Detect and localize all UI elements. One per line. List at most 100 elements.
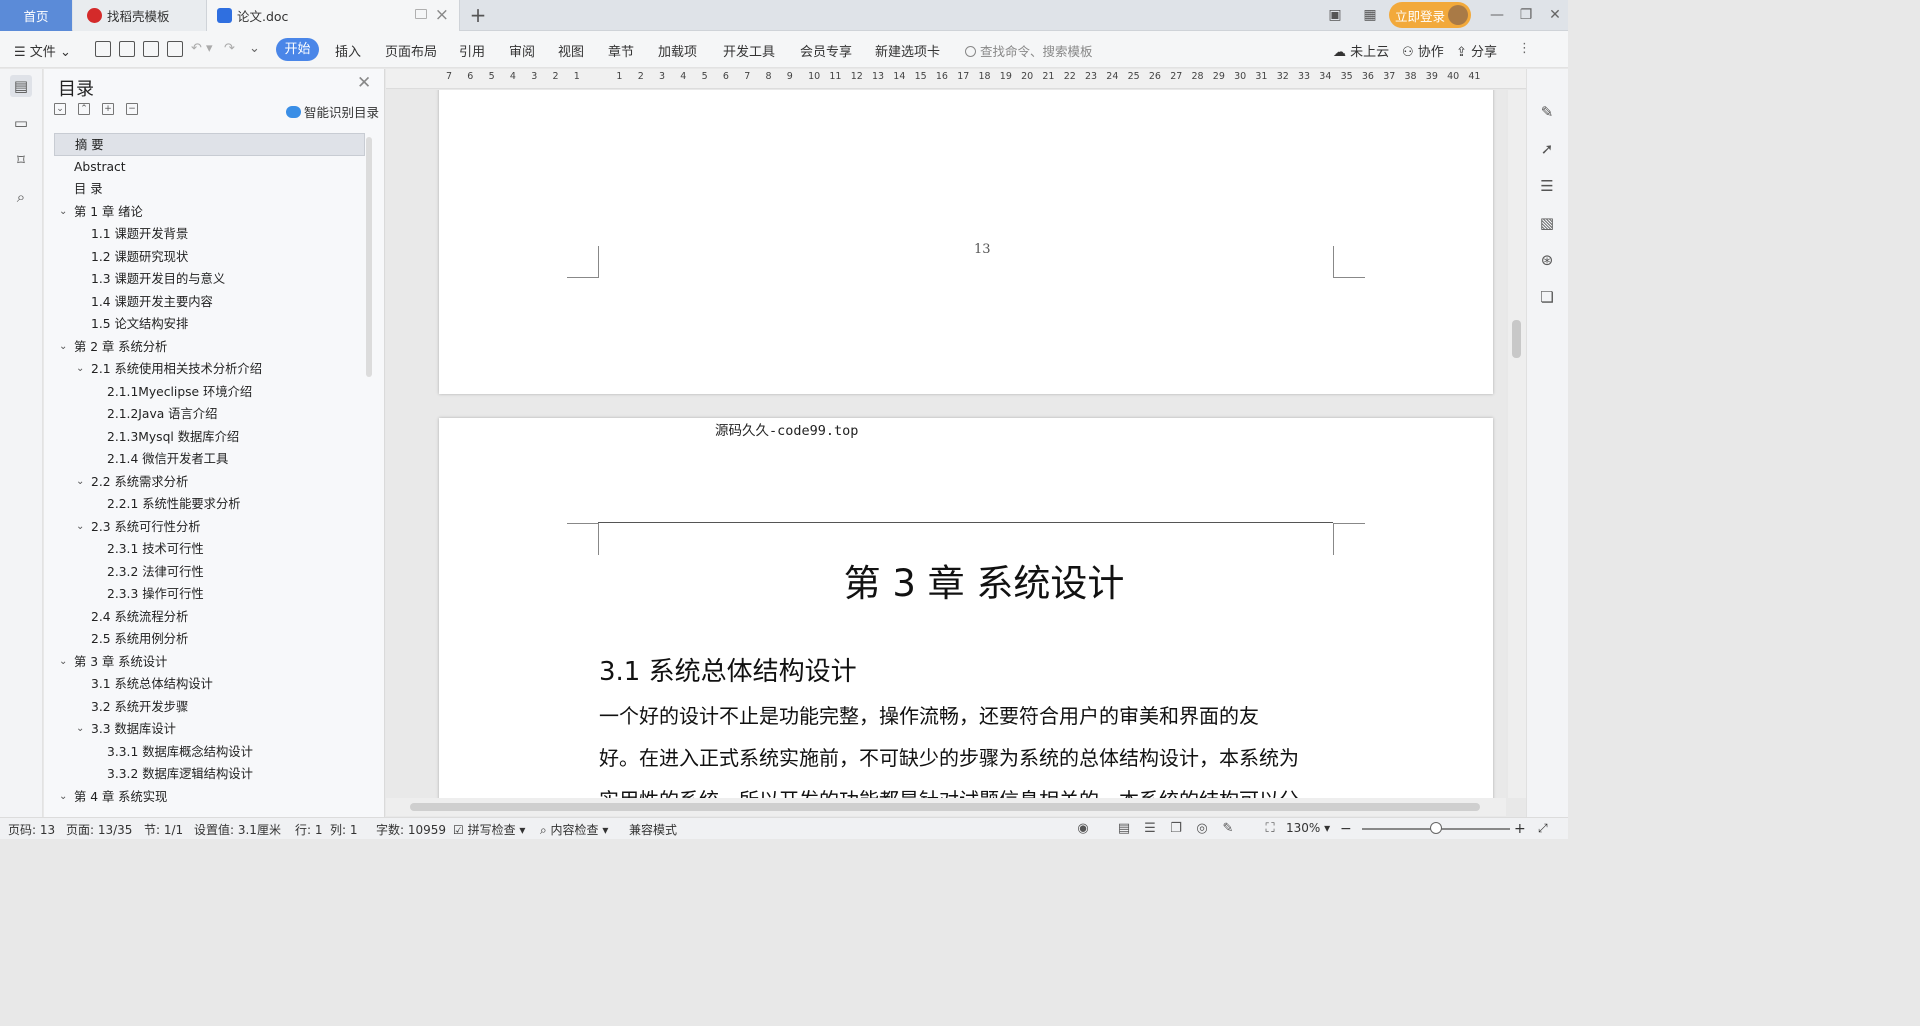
- toc-item[interactable]: ⌄ 第 2 章 系统分析: [54, 336, 365, 359]
- print-preview-icon[interactable]: [167, 41, 183, 57]
- grid-apps-icon[interactable]: ▦: [1361, 7, 1379, 23]
- adjust-sliders-icon[interactable]: ☰: [1537, 176, 1557, 196]
- ribbon-tab-chapter[interactable]: 章节: [608, 41, 634, 60]
- toc-item[interactable]: 摘 要: [54, 133, 365, 156]
- chevron-down-icon[interactable]: ⌄: [59, 201, 67, 224]
- toc-item[interactable]: 2.3.3 操作可行性: [54, 583, 365, 606]
- chevron-down-icon[interactable]: ⌄: [76, 516, 84, 539]
- remove-heading-icon[interactable]: −: [126, 103, 138, 115]
- close-window-icon[interactable]: ✕: [1545, 6, 1565, 24]
- edit-pen-icon[interactable]: ✎: [1537, 102, 1557, 122]
- toc-item[interactable]: ⌄ 第 3 章 系统设计: [54, 651, 365, 674]
- reading-icon[interactable]: ❏: [1537, 287, 1557, 307]
- more-options-icon[interactable]: ⋮: [1518, 41, 1531, 56]
- file-menu[interactable]: ☰ 文件 ⌄: [14, 41, 71, 60]
- fullscreen-icon[interactable]: ⤢: [1538, 821, 1548, 836]
- zoom-in-icon[interactable]: +: [1514, 821, 1526, 837]
- export-pdf-icon[interactable]: [119, 41, 135, 57]
- chevron-down-icon[interactable]: ⌄: [76, 471, 84, 494]
- print-icon[interactable]: [143, 41, 159, 57]
- expand-all-icon[interactable]: ⌃: [78, 103, 90, 115]
- spell-check-button[interactable]: ☑ 拼写检查 ▾: [453, 821, 525, 838]
- layout-icon[interactable]: ▣: [1326, 7, 1344, 23]
- new-tab-button[interactable]: +: [466, 3, 490, 27]
- header-watermark-text[interactable]: 源码久久-code99.top: [715, 419, 858, 439]
- toc-item[interactable]: ⌄ 第 1 章 绪论: [54, 201, 365, 224]
- close-tab-icon[interactable]: ×: [435, 5, 449, 25]
- status-page-code[interactable]: 页码: 13: [8, 821, 55, 838]
- toc-panel-icon[interactable]: ▤: [10, 75, 32, 97]
- toc-scrollbar[interactable]: [366, 137, 372, 377]
- ribbon-tab-addins[interactable]: 加载项: [658, 41, 697, 60]
- toc-item[interactable]: 1.2 课题研究现状: [54, 246, 365, 269]
- tab-document[interactable]: 论文.doc ×: [207, 0, 460, 31]
- ribbon-tab-new[interactable]: 新建选项卡: [875, 41, 940, 60]
- find-icon[interactable]: ⌕: [10, 186, 32, 208]
- ribbon-tab-view[interactable]: 视图: [558, 41, 584, 60]
- outline-view-icon[interactable]: ☰: [1142, 821, 1158, 836]
- chevron-down-icon[interactable]: ⌄: [76, 358, 84, 381]
- fit-page-icon[interactable]: ⛶: [1262, 821, 1278, 836]
- command-search[interactable]: 查找命令、搜索模板: [965, 41, 1093, 60]
- ribbon-tab-references[interactable]: 引用: [459, 41, 485, 60]
- ribbon-tab-review[interactable]: 审阅: [509, 41, 535, 60]
- ribbon-tab-insert[interactable]: 插入: [335, 41, 361, 60]
- horizontal-scrollbar[interactable]: [386, 798, 1506, 816]
- write-view-icon[interactable]: ✎: [1220, 821, 1236, 836]
- smart-toc-button[interactable]: 智能识别目录: [286, 102, 379, 121]
- assistant-icon[interactable]: ⊛: [1537, 250, 1557, 270]
- customize-quick-access-icon[interactable]: ⌄: [249, 41, 260, 56]
- status-page[interactable]: 页面: 13/35: [66, 821, 132, 838]
- horizontal-scroll-thumb[interactable]: [410, 803, 1480, 811]
- add-heading-icon[interactable]: +: [102, 103, 114, 115]
- share-button[interactable]: ⇪ 分享: [1456, 41, 1497, 60]
- ribbon-tab-member[interactable]: 会员专享: [800, 41, 852, 60]
- toc-item[interactable]: ⌄ 2.2 系统需求分析: [54, 471, 365, 494]
- section-heading[interactable]: 3.1 系统总体结构设计: [599, 651, 857, 688]
- eye-protection-icon[interactable]: ◉: [1075, 821, 1091, 836]
- body-paragraph-line[interactable]: 实用性的系统，所以开发的功能都是针对试题信息相关的，本系统的结构可以分: [599, 779, 1334, 798]
- toc-item[interactable]: 2.1.2Java 语言介绍: [54, 403, 365, 426]
- close-icon[interactable]: ✕: [357, 73, 371, 93]
- cloud-status-button[interactable]: ☁ 未上云: [1333, 41, 1389, 60]
- minimize-icon[interactable]: —: [1487, 6, 1507, 24]
- reading-view-icon[interactable]: ❐: [1168, 821, 1184, 836]
- toc-item[interactable]: ⌄ 第 4 章 系统实现: [54, 786, 365, 809]
- vertical-scrollbar[interactable]: [1508, 90, 1526, 798]
- ribbon-tab-page-layout[interactable]: 页面布局: [385, 41, 437, 60]
- content-check-button[interactable]: ⌕ 内容检查 ▾: [540, 821, 608, 838]
- zoom-level[interactable]: 130% ▾: [1286, 821, 1330, 835]
- web-view-icon[interactable]: ◎: [1194, 821, 1210, 836]
- zoom-out-icon[interactable]: −: [1340, 821, 1352, 837]
- chevron-down-icon[interactable]: ⌄: [59, 651, 67, 674]
- chapter-heading[interactable]: 第 3 章 系统设计: [439, 553, 1493, 607]
- page-view-icon[interactable]: ▤: [1116, 821, 1132, 836]
- collapse-all-icon[interactable]: ⌄: [54, 103, 66, 115]
- login-button[interactable]: 立即登录: [1389, 2, 1471, 28]
- zoom-slider-knob[interactable]: [1430, 822, 1442, 834]
- toc-item[interactable]: Abstract: [54, 156, 365, 179]
- bookmark-icon[interactable]: ⌑: [10, 149, 32, 171]
- document-structure-icon[interactable]: ▭: [10, 112, 32, 134]
- window-pin-icon[interactable]: [415, 9, 427, 19]
- body-paragraph-line[interactable]: 一个好的设计不止是功能完整，操作流畅，还要符合用户的审美和界面的友: [599, 695, 1334, 737]
- collaborate-button[interactable]: ⚇ 协作: [1402, 41, 1444, 60]
- chevron-down-icon[interactable]: ⌄: [76, 718, 84, 741]
- toc-item[interactable]: 2.1.1Myeclipse 环境介绍: [54, 381, 365, 404]
- style-icon[interactable]: ▧: [1537, 213, 1557, 233]
- redo-icon[interactable]: ↷: [224, 41, 235, 56]
- toc-item[interactable]: 2.3.1 技术可行性: [54, 538, 365, 561]
- toc-item[interactable]: 3.3.1 数据库概念结构设计: [54, 741, 365, 764]
- toc-item[interactable]: 目 录: [54, 178, 365, 201]
- toc-item[interactable]: 2.4 系统流程分析: [54, 606, 365, 629]
- body-paragraph-line[interactable]: 好。在进入正式系统实施前，不可缺少的步骤为系统的总体结构设计，本系统为: [599, 737, 1334, 779]
- toc-item[interactable]: 2.3.2 法律可行性: [54, 561, 365, 584]
- toc-item[interactable]: 1.5 论文结构安排: [54, 313, 365, 336]
- save-icon[interactable]: [95, 41, 111, 57]
- word-count[interactable]: 字数: 10959: [376, 821, 446, 838]
- toc-item[interactable]: ⌄ 2.1 系统使用相关技术分析介绍: [54, 358, 365, 381]
- horizontal-ruler[interactable]: 7 6 5 4 3 2 1 1 2 3 4 5 6 7 8 9 10 11 12 13 14 15 16 17 18 19 20 21…: [386, 69, 1526, 89]
- toc-item[interactable]: 3.2 系统开发步骤: [54, 696, 365, 719]
- toc-item[interactable]: 2.5 系统用例分析: [54, 628, 365, 651]
- tab-templates[interactable]: 找稻壳模板: [73, 0, 207, 31]
